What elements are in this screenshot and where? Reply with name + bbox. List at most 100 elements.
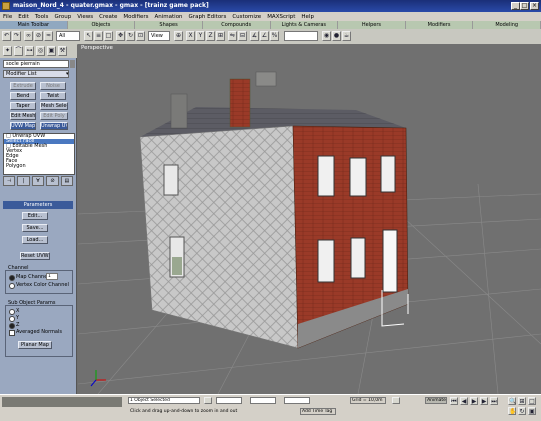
tab-helpers[interactable]: Helpers xyxy=(338,21,406,29)
app-icon[interactable] xyxy=(2,2,10,10)
tab-main-toolbar[interactable]: Main Toolbar xyxy=(0,21,68,29)
stack-item[interactable]: Polygon xyxy=(4,164,74,169)
unwrap-uvw-button[interactable]: Unwrap UVW xyxy=(40,122,68,130)
go-to-start-icon[interactable]: ⏮ xyxy=(450,397,458,405)
edit-button[interactable]: Edit... xyxy=(22,212,48,220)
motion-tab-icon[interactable]: ◎ xyxy=(36,46,45,56)
parameters-rollout-header[interactable]: Parameters xyxy=(3,201,73,209)
y-axis-icon[interactable]: Y xyxy=(196,31,205,41)
bend-button[interactable]: Bend xyxy=(10,92,36,100)
bind-space-warp-icon[interactable]: ≈ xyxy=(44,31,53,41)
tab-shapes[interactable]: Shapes xyxy=(135,21,203,29)
save-button[interactable]: Save... xyxy=(22,224,48,232)
y-coordinate-field[interactable] xyxy=(250,397,276,404)
select-icon[interactable]: ↖ xyxy=(84,31,93,41)
xy-plane-icon[interactable]: ⊞ xyxy=(216,31,225,41)
vertex-color-radio[interactable] xyxy=(9,283,15,289)
menu-group[interactable]: Group xyxy=(54,14,71,20)
object-name-input[interactable]: socle pierrain xyxy=(3,60,69,68)
scale-icon[interactable]: ⊡ xyxy=(136,31,145,41)
align-icon[interactable]: ⊟ xyxy=(238,31,247,41)
angle-snap-icon[interactable]: ∠ xyxy=(260,31,269,41)
menu-create[interactable]: Create xyxy=(99,14,117,20)
menu-animation[interactable]: Animation xyxy=(155,14,183,20)
pan-icon[interactable]: ✋ xyxy=(508,407,516,415)
unlink-icon[interactable]: ⊘ xyxy=(34,31,43,41)
map-channel-spinner[interactable]: 1 xyxy=(46,273,58,280)
display-tab-icon[interactable]: ▣ xyxy=(47,46,56,56)
perspective-viewport[interactable]: Perspective xyxy=(78,44,541,394)
tab-objects[interactable]: Objects xyxy=(67,21,136,29)
modifier-list-dropdown[interactable]: Modifier List xyxy=(3,70,69,78)
percent-snap-icon[interactable]: % xyxy=(270,31,279,41)
modifier-stack[interactable]: □ Unwrap UVW Select Face □ Editable Mesh… xyxy=(3,133,75,175)
x-coordinate-field[interactable] xyxy=(216,397,242,404)
tab-lights-cameras[interactable]: Lights & Cameras xyxy=(270,21,339,29)
taper-button[interactable]: Taper xyxy=(10,102,36,110)
zoom-icon[interactable]: 🔍 xyxy=(508,397,516,405)
redo-icon[interactable]: ↷ xyxy=(12,31,21,41)
uvw-map-button[interactable]: UVW Map xyxy=(10,122,36,130)
menu-edit[interactable]: Edit xyxy=(18,14,29,20)
menu-modifiers[interactable]: Modifiers xyxy=(123,14,148,20)
menu-file[interactable]: File xyxy=(3,14,12,20)
chevron-down-icon[interactable]: ▾ xyxy=(66,71,70,77)
undo-icon[interactable]: ↶ xyxy=(2,31,11,41)
utilities-tab-icon[interactable]: ⚒ xyxy=(58,46,67,56)
z-coordinate-field[interactable] xyxy=(284,397,310,404)
menu-tools[interactable]: Tools xyxy=(35,14,49,20)
play-icon[interactable]: ▶ xyxy=(470,397,478,405)
z-axis-icon[interactable]: Z xyxy=(206,31,215,41)
zoom-extents-icon[interactable]: □ xyxy=(528,397,536,405)
quick-render-icon[interactable]: ☕ xyxy=(342,31,351,41)
reference-coord-dropdown[interactable]: View xyxy=(148,31,170,41)
select-by-name-icon[interactable]: ≡ xyxy=(94,31,103,41)
noise-button[interactable]: Noise xyxy=(40,82,66,90)
planar-map-button[interactable]: Planar Map xyxy=(18,341,52,349)
menu-graph-editors[interactable]: Graph Editors xyxy=(189,14,227,20)
tab-compounds[interactable]: Compounds xyxy=(202,21,271,29)
z-axis-radio[interactable] xyxy=(9,323,15,329)
region-select-icon[interactable]: □ xyxy=(104,31,113,41)
close-button[interactable]: × xyxy=(530,2,539,10)
go-to-end-icon[interactable]: ⏭ xyxy=(490,397,498,405)
configure-sets-icon[interactable]: ▤ xyxy=(60,176,74,186)
modify-tab-icon[interactable]: ⌒ xyxy=(14,46,23,56)
x-axis-radio[interactable] xyxy=(9,309,15,315)
reset-uvws-button[interactable]: Reset UVWs xyxy=(20,252,50,260)
material-editor-icon[interactable]: ◉ xyxy=(322,31,331,41)
edit-poly-button[interactable]: Edit Poly xyxy=(40,112,68,120)
load-button[interactable]: Load... xyxy=(22,236,48,244)
maximize-button[interactable]: □ xyxy=(520,2,529,10)
map-channel-radio[interactable] xyxy=(9,275,15,281)
pin-stack-icon[interactable]: ⊣ xyxy=(3,176,16,186)
animate-button[interactable]: Animate xyxy=(425,397,447,404)
rotate-icon[interactable]: ↻ xyxy=(126,31,135,41)
next-frame-icon[interactable]: ▶ xyxy=(480,397,488,405)
magnet-icon[interactable] xyxy=(392,397,400,404)
hierarchy-tab-icon[interactable]: ⊶ xyxy=(25,46,34,56)
menu-help[interactable]: Help xyxy=(301,14,314,20)
tab-modeling[interactable]: Modeling xyxy=(473,21,541,29)
show-end-result-icon[interactable]: | xyxy=(17,176,30,186)
menu-views[interactable]: Views xyxy=(77,14,93,20)
lock-selection-icon[interactable] xyxy=(204,397,212,404)
add-time-tag-button[interactable]: Add Time Tag xyxy=(300,408,336,415)
snap-icon[interactable]: ∡ xyxy=(250,31,259,41)
remove-modifier-icon[interactable]: ⊘ xyxy=(46,176,59,186)
time-slider[interactable] xyxy=(2,397,122,407)
extrude-button[interactable]: Extrude xyxy=(10,82,36,90)
x-axis-icon[interactable]: X xyxy=(186,31,195,41)
zoom-all-icon[interactable]: ⊞ xyxy=(518,397,526,405)
named-selection-dropdown[interactable] xyxy=(284,31,318,41)
previous-frame-icon[interactable]: ◀ xyxy=(460,397,468,405)
render-icon[interactable]: ● xyxy=(332,31,341,41)
make-unique-icon[interactable]: ∀ xyxy=(31,176,45,186)
selection-filter-dropdown[interactable]: All xyxy=(56,31,80,41)
pivot-icon[interactable]: ⊕ xyxy=(174,31,183,41)
create-tab-icon[interactable]: ✦ xyxy=(3,46,12,56)
averaged-normals-checkbox[interactable] xyxy=(9,330,15,336)
menu-maxscript[interactable]: MAXScript xyxy=(267,14,295,20)
y-axis-radio[interactable] xyxy=(9,316,15,322)
tab-modifiers[interactable]: Modifiers xyxy=(405,21,474,29)
